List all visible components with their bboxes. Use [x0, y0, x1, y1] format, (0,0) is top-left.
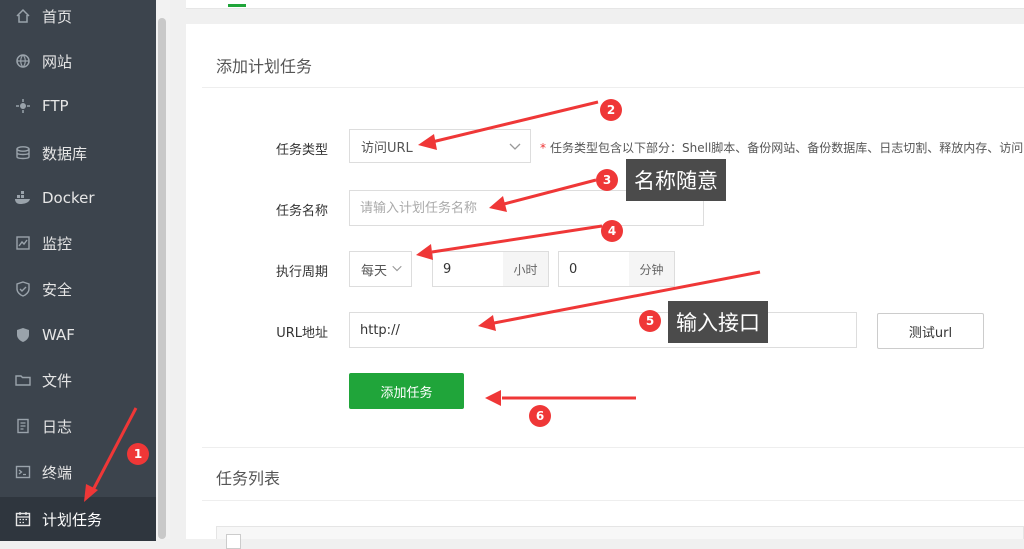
chevron-down-icon	[508, 139, 522, 153]
task-list-title: 任务列表	[216, 469, 281, 488]
sidebar-item-cron[interactable]: 计划任务	[0, 497, 156, 541]
sidebar-item-label: 终端	[42, 463, 73, 482]
globe-icon	[14, 52, 32, 70]
form-title: 添加计划任务	[216, 57, 313, 76]
chevron-down-icon	[391, 262, 405, 276]
task-type-value: 访问URL	[361, 140, 413, 156]
sidebar-item-label: 监控	[42, 234, 73, 253]
url-label: URL地址	[276, 326, 328, 341]
folder-icon	[14, 371, 32, 389]
top-tab-bar	[186, 0, 1024, 9]
hour-input[interactable]	[432, 251, 504, 287]
period-frequency-select[interactable]: 每天	[349, 251, 412, 287]
sidebar-item-logs[interactable]: 日志	[0, 404, 156, 448]
sidebar-item-monitor[interactable]: 监控	[0, 221, 156, 265]
annotation-badge-4: 4	[601, 220, 623, 242]
annotation-badge-2: 2	[600, 99, 622, 121]
sidebar-item-home[interactable]: 首页	[0, 0, 156, 38]
annotation-badge-5: 5	[639, 310, 661, 332]
sidebar-item-label: 网站	[42, 52, 73, 71]
period-label: 执行周期	[275, 265, 328, 280]
terminal-icon	[14, 463, 32, 481]
sidebar-item-label: FTP	[42, 97, 69, 115]
sidebar-item-label: 文件	[42, 371, 73, 390]
annotation-badge-6: 6	[529, 405, 551, 427]
calendar-icon	[14, 510, 32, 528]
minute-unit: 分钟	[629, 251, 675, 287]
log-icon	[14, 417, 32, 435]
url-input[interactable]	[349, 312, 857, 348]
sidebar-item-label: 计划任务	[42, 510, 103, 529]
sidebar-item-label: 首页	[42, 7, 73, 26]
sidebar-item-files[interactable]: 文件	[0, 358, 156, 402]
task-type-label: 任务类型	[275, 143, 328, 158]
annotation-badge-3: 3	[596, 169, 618, 191]
annotation-badge-1: 1	[127, 443, 149, 465]
sidebar-item-label: 日志	[42, 417, 73, 436]
ftp-icon	[14, 97, 32, 115]
sidebar-item-label: 安全	[42, 280, 73, 299]
task-table-header	[216, 526, 1024, 539]
task-name-label: 任务名称	[275, 204, 328, 219]
hour-unit: 小时	[503, 251, 549, 287]
minute-input[interactable]	[558, 251, 630, 287]
callout-name: 名称随意	[626, 159, 726, 201]
form-title-divider	[202, 87, 1024, 88]
period-frequency-value: 每天	[361, 263, 388, 279]
select-all-checkbox[interactable]	[226, 534, 241, 549]
required-star: *	[540, 141, 546, 155]
active-tab-indicator	[228, 4, 246, 7]
section-divider	[202, 447, 1024, 448]
task-list-divider	[202, 500, 1024, 501]
callout-url: 输入接口	[668, 301, 768, 343]
task-type-hint-text: 任务类型包含以下部分：Shell脚本、备份网站、备份数据库、日志切割、释放内存、…	[550, 141, 1024, 155]
add-task-button[interactable]: 添加任务	[349, 373, 464, 409]
task-type-hint: * 任务类型包含以下部分：Shell脚本、备份网站、备份数据库、日志切割、释放内存…	[540, 139, 1023, 156]
test-url-button[interactable]: 测试url	[877, 313, 984, 349]
sidebar-item-ftp[interactable]: FTP	[0, 84, 156, 128]
monitor-icon	[14, 234, 32, 252]
home-icon	[14, 7, 32, 25]
task-type-select[interactable]: 访问URL	[349, 129, 531, 163]
sidebar-item-website[interactable]: 网站	[0, 39, 156, 83]
shield-icon	[14, 280, 32, 298]
